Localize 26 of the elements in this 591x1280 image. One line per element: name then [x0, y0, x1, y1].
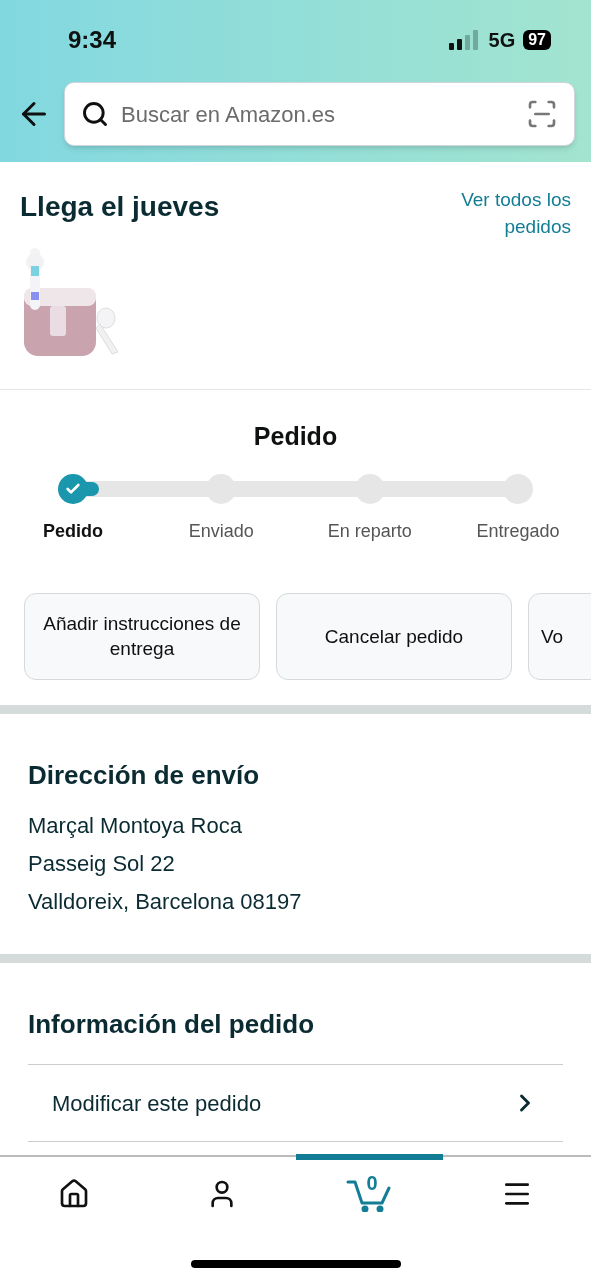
search-bar[interactable]: Buscar en Amazon.es — [64, 82, 575, 146]
status-time: 9:34 — [68, 25, 117, 55]
signal-icon — [448, 30, 481, 50]
camera-scan-icon[interactable] — [526, 98, 558, 130]
search-icon — [81, 100, 109, 128]
action-button[interactable]: Cancelar pedido — [276, 592, 512, 680]
address-line: Passeig Sol 22 — [28, 850, 176, 878]
action-button[interactable]: Vo — [528, 592, 591, 680]
network-label: 5G — [488, 28, 516, 53]
section-title: Información del pedido — [28, 1008, 315, 1041]
cart-count: 0 — [366, 1172, 378, 1194]
order-option-row[interactable]: Modificar este pedido — [28, 1064, 563, 1142]
address-line: Marçal Montoya Roca — [28, 812, 243, 840]
search-field[interactable]: Buscar en Amazon.es — [121, 97, 514, 131]
action-button[interactable]: Añadir instrucciones de entrega — [24, 592, 260, 680]
step-label: En reparto — [327, 519, 412, 543]
progress-title: Pedido — [252, 421, 339, 452]
section-title: Dirección de envío — [28, 759, 261, 792]
delivery-title: Llega el jueves — [20, 190, 220, 224]
step-label: Pedido — [43, 519, 103, 543]
address-line: Valldoreix, Barcelona 08197 — [28, 888, 303, 916]
nav-tab[interactable]: 0 — [295, 1154, 444, 1228]
step-label: Entregado — [476, 519, 560, 543]
battery-level: 97 — [523, 30, 551, 50]
all-orders-link[interactable]: Ver todos los pedidos — [421, 186, 571, 240]
step-label: Enviado — [188, 519, 254, 543]
